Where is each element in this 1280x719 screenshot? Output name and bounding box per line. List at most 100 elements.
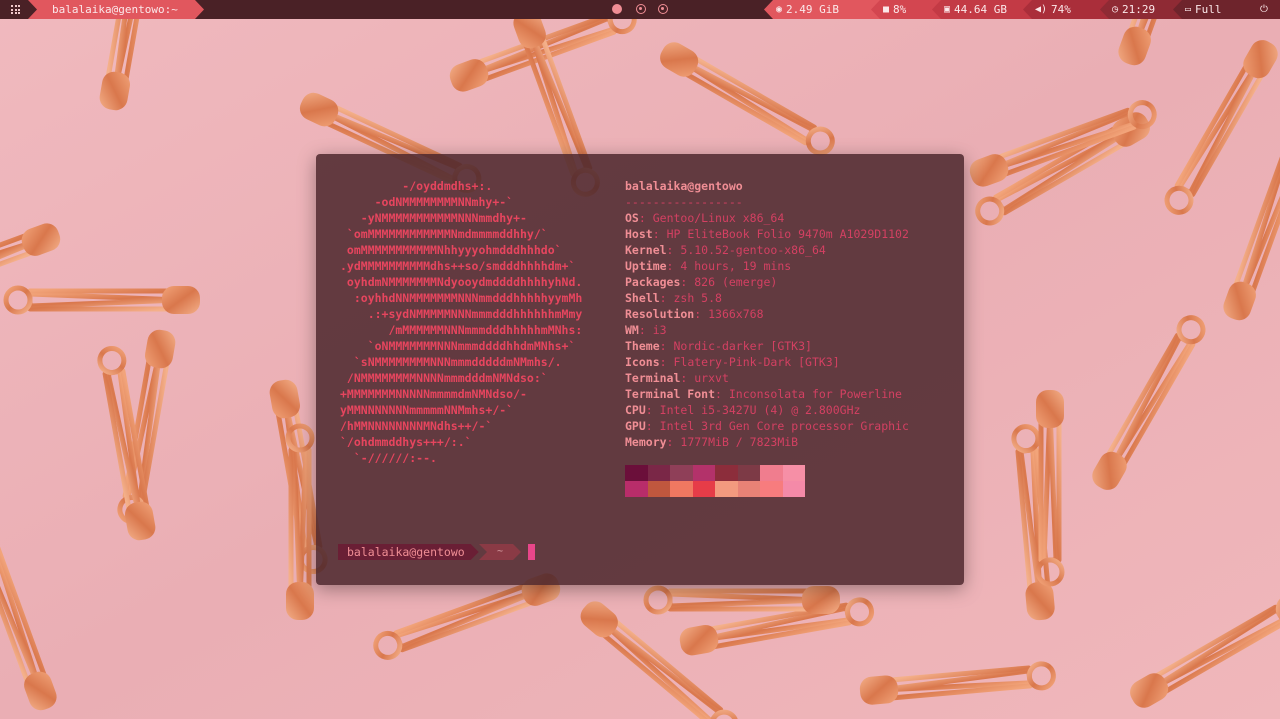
logo-line: -odNMMMMMMMMNNmhy+-` [340, 195, 514, 209]
hostname-label: balalaika@gentowo:~ [52, 3, 178, 16]
info-colon: : [638, 211, 653, 225]
info-value: i3 [652, 323, 667, 337]
power-icon: ⏻ [1260, 4, 1268, 15]
workspace-3-button[interactable] [658, 4, 668, 14]
info-row: Shell: zsh 5.8 [625, 290, 909, 306]
info-key: Terminal Font [625, 387, 716, 401]
info-separator: ----------------- [625, 195, 743, 209]
prompt-dir-segment: ~ [479, 544, 521, 560]
info-key: WM [625, 323, 639, 337]
info-key: GPU [625, 419, 646, 433]
info-colon: : [645, 403, 660, 417]
volume-module[interactable]: ◀) 74% [1023, 0, 1109, 19]
palette-swatch [670, 465, 693, 481]
info-colon: : [666, 259, 681, 273]
info-header: balalaika@gentowo [625, 179, 743, 193]
top-bar: balalaika@gentowo:~ ◉ 2.49 GiB ■ 8% ▣ 44… [0, 0, 1280, 19]
cpu-icon: ■ [883, 4, 890, 15]
info-key: CPU [625, 403, 646, 417]
palette-swatch [647, 481, 670, 497]
info-key: Memory [625, 435, 667, 449]
info-colon: : [659, 339, 674, 353]
logo-line: :oyhhdNNMMMMMMMNNNmmdddhhhhhyymMh [340, 291, 583, 305]
logo-line: `sNMMMMMMMMNNNmmmdddddmNMmhs/. [340, 355, 562, 369]
logo-line: `oNMMMMMMMNNNmmmddddhhdmMNhs+` [340, 339, 576, 353]
info-value: 5.10.52-gentoo-x86_64 [680, 243, 826, 257]
info-colon: : [645, 419, 660, 433]
disk-icon: ▣ [944, 4, 951, 15]
palette-swatch [647, 465, 670, 481]
info-key: Theme [625, 339, 660, 353]
palette-swatch [692, 465, 715, 481]
palette-swatch [692, 481, 715, 497]
info-row: Terminal Font: Inconsolata for Powerline [625, 386, 909, 402]
info-value: Flatery-Pink-Dark [GTK3] [673, 355, 840, 369]
grid-icon [11, 5, 20, 14]
logo-line: `-//////:--. [340, 451, 437, 465]
info-key: Kernel [625, 243, 667, 257]
battery-value: Full [1195, 3, 1222, 16]
workspace-1-button[interactable] [612, 4, 622, 14]
info-colon: : [680, 371, 695, 385]
color-palette [625, 465, 805, 497]
logo-line: -/oyddmdhs+:. [340, 179, 493, 193]
info-value: 826 (emerge) [694, 275, 778, 289]
info-row: Memory: 1777MiB / 7823MiB [625, 434, 909, 450]
battery-icon: ▭ [1185, 4, 1192, 15]
info-key: Shell [625, 291, 660, 305]
info-value: Intel 3rd Gen Core processor Graphic [659, 419, 909, 433]
memory-value: 2.49 GiB [786, 3, 839, 16]
logo-line: omMMMMMMMMMMMNhhyyyohmdddhhhdo` [340, 243, 562, 257]
logo-line: /NMMMMMMMMNNNNmmmdddmNMNdso:` [340, 371, 548, 385]
volume-value: 74% [1051, 3, 1071, 16]
info-colon: : [680, 275, 695, 289]
palette-swatch [737, 465, 760, 481]
prompt-user-segment: balalaika@gentowo [338, 544, 479, 560]
palette-swatch [782, 481, 805, 497]
palette-swatch [625, 465, 648, 481]
info-value: 1366x768 [708, 307, 764, 321]
info-row: Host: HP EliteBook Folio 9470m A1029D110… [625, 226, 909, 242]
text-cursor [528, 544, 535, 560]
info-key: Icons [625, 355, 660, 369]
logo-line: +MMMMMMMNNNNNmmmmdmNMNdso/- [340, 387, 527, 401]
info-key: Resolution [625, 307, 695, 321]
info-row: GPU: Intel 3rd Gen Core processor Graphi… [625, 418, 909, 434]
clock-value: 21:29 [1122, 3, 1156, 16]
logo-line: `omMMMMMMMMMMMMNmdmmmmddhhy/` [340, 227, 548, 241]
disk-value: 44.64 GB [954, 3, 1007, 16]
disk-module[interactable]: ▣ 44.64 GB [932, 0, 1032, 19]
info-row: Packages: 826 (emerge) [625, 274, 909, 290]
info-row: Uptime: 4 hours, 19 mins [625, 258, 909, 274]
palette-swatch [737, 481, 760, 497]
info-colon: : [666, 243, 681, 257]
info-value: 4 hours, 19 mins [680, 259, 792, 273]
logo-line: .:+sydNMMMMMNNNmmmdddhhhhhhmMmy [340, 307, 583, 321]
info-row: WM: i3 [625, 322, 909, 338]
gentoo-ascii-logo: -/oyddmdhs+:. -odNMMMMMMMMNNmhy+-` -yNMM… [340, 178, 582, 466]
info-key: Packages [625, 275, 681, 289]
palette-swatch [760, 481, 783, 497]
info-key: Terminal [625, 371, 681, 385]
clock-module[interactable]: ◷ 21:29 [1100, 0, 1182, 19]
palette-swatch [715, 465, 738, 481]
apps-launcher-button[interactable] [0, 0, 32, 19]
volume-icon: ◀) [1035, 4, 1048, 15]
clock-icon: ◷ [1112, 4, 1119, 15]
info-key: Host [625, 227, 653, 241]
info-colon: : [652, 227, 667, 241]
cpu-module[interactable]: ■ 8% [871, 0, 941, 19]
memory-icon: ◉ [776, 4, 783, 15]
window-title: balalaika@gentowo:~ [28, 0, 204, 19]
info-row: Terminal: urxvt [625, 370, 909, 386]
logo-line: yMMNNNNNNNmmmmmNNMmhs+/-` [340, 403, 514, 417]
info-colon: : [659, 291, 674, 305]
terminal-window[interactable]: -/oyddmdhs+:. -odNMMMMMMMMNNmhy+-` -yNMM… [316, 154, 964, 585]
info-colon: : [666, 435, 681, 449]
info-row: CPU: Intel i5-3427U (4) @ 2.800GHz [625, 402, 909, 418]
status-modules: ◉ 2.49 GiB ■ 8% ▣ 44.64 GB ◀) 74% ◷ 21:2… [764, 0, 1280, 19]
palette-swatch [782, 465, 805, 481]
workspace-2-button[interactable] [636, 4, 646, 14]
info-value: 1777MiB / 7823MiB [680, 435, 799, 449]
memory-module[interactable]: ◉ 2.49 GiB [764, 0, 880, 19]
